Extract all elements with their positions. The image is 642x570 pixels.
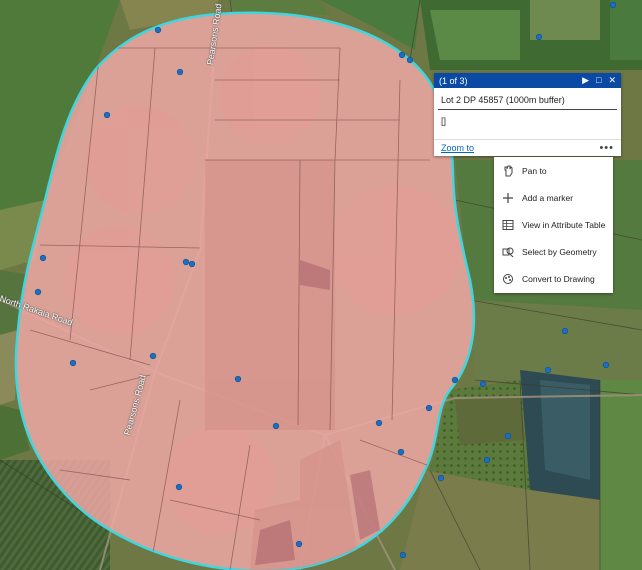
menu-item-label: Add a marker [522, 192, 574, 203]
menu-item-select-by-geometry[interactable]: Select by Geometry [494, 238, 613, 265]
dock-icon[interactable]: □ [596, 76, 601, 85]
table-icon [502, 219, 514, 231]
popup-footer: Zoom to ••• [434, 139, 621, 156]
menu-item-convert-to-drawing[interactable]: Convert to Drawing [494, 265, 613, 292]
popup-content: [] [441, 116, 447, 126]
next-icon[interactable]: ▶ [582, 76, 589, 85]
close-icon[interactable]: ✕ [608, 76, 616, 85]
select-geometry-icon [502, 246, 514, 258]
drawing-icon [502, 273, 514, 285]
menu-item-pan-to[interactable]: Pan to [494, 157, 613, 184]
zoom-to-link[interactable]: Zoom to [441, 143, 599, 153]
popup-title: Lot 2 DP 45857 (1000m buffer) [441, 95, 565, 105]
menu-item-add-marker[interactable]: Add a marker [494, 184, 613, 211]
ellipsis-icon[interactable]: ••• [599, 142, 614, 154]
popup-counter: (1 of 3) [439, 75, 468, 86]
menu-item-label: Select by Geometry [522, 246, 597, 257]
popup-header: (1 of 3) ▶ □ ✕ [434, 73, 621, 88]
map-view[interactable]: North Rakaia Road Pearsons Road Pearsons… [0, 0, 642, 570]
pan-icon [502, 165, 514, 177]
plus-icon [502, 192, 514, 204]
feature-popup: (1 of 3) ▶ □ ✕ Lot 2 DP 45857 (1000m buf… [434, 73, 621, 156]
menu-item-label: Pan to [522, 165, 547, 176]
menu-item-label: View in Attribute Table [522, 219, 606, 230]
action-menu: Pan to Add a marker View in Attribute Ta… [494, 157, 613, 293]
menu-item-view-attribute-table[interactable]: View in Attribute Table [494, 211, 613, 238]
menu-item-label: Convert to Drawing [522, 273, 595, 284]
